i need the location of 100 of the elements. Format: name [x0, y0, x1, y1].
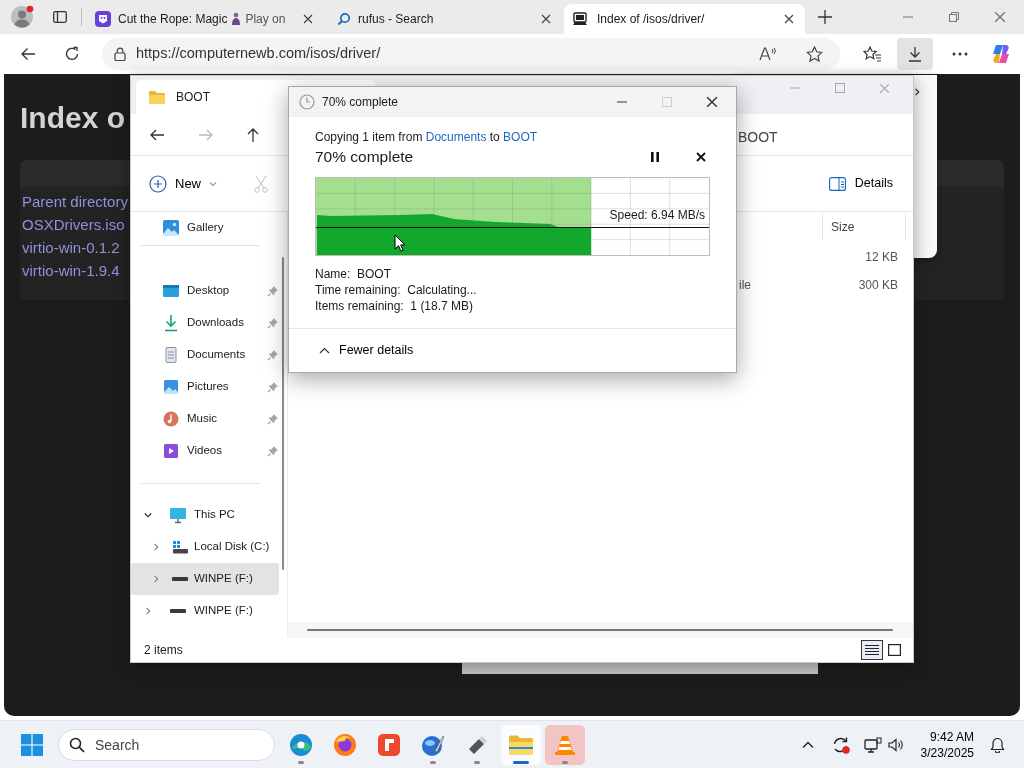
folder-icon — [508, 733, 534, 756]
caret-icon — [209, 180, 217, 187]
browser-tab[interactable]: Index of /isos/driver/ — [564, 4, 805, 34]
add-icon — [149, 174, 167, 193]
picture-icon — [162, 378, 180, 396]
sidebar-item[interactable]: Documents — [131, 339, 279, 371]
file-link[interactable]: virtio-win-1.9.4 — [22, 259, 120, 282]
source-link[interactable]: Documents — [425, 130, 487, 144]
file-link[interactable]: Parent directory — [22, 190, 128, 213]
sidebar-item[interactable]: Downloads — [131, 307, 279, 339]
search-icon — [69, 736, 85, 753]
desktop-icon — [162, 282, 180, 300]
tab-title: Index of /isos/driver/ — [597, 11, 705, 28]
document-icon — [162, 346, 180, 364]
sidebar-item[interactable]: Pictures — [131, 371, 279, 403]
video-icon — [162, 442, 180, 460]
read-aloud-icon — [759, 47, 777, 61]
app-icon — [377, 732, 401, 757]
sidebar-item[interactable]: Music — [131, 403, 279, 435]
table-cell: 300 KB — [858, 278, 898, 292]
status-text: 2 items — [144, 642, 183, 659]
tree-item[interactable]: WINPE (F:) — [131, 563, 279, 595]
view-button[interactable] — [861, 640, 883, 660]
page-heading: Index o — [20, 100, 125, 136]
progress-heading: 70% complete — [315, 147, 414, 168]
url-text: https://computernewb.com/isos/driver/ — [136, 44, 381, 64]
breadcrumb[interactable]: BOOT — [738, 127, 778, 148]
details-pane-icon — [828, 176, 846, 191]
maximize-icon — [661, 97, 672, 107]
speed-label: Speed: 6.94 MB/s — [609, 208, 705, 222]
search-icon — [337, 12, 351, 26]
tree-item[interactable]: This PC — [131, 499, 279, 531]
browser-tab[interactable]: rufus - Search — [329, 4, 562, 34]
close-icon — [784, 14, 794, 24]
maximize-icon — [834, 83, 845, 93]
figure-icon — [231, 12, 242, 26]
game-logo-icon — [95, 11, 111, 27]
chevron-right-icon — [913, 88, 921, 96]
details-view-icon — [865, 644, 879, 656]
time-text: 9:42 AM — [929, 728, 974, 745]
new-button[interactable]: New — [149, 167, 217, 200]
copilot-icon — [990, 43, 1012, 65]
fewer-details-button[interactable]: Fewer details — [319, 337, 414, 364]
computer-icon — [572, 10, 590, 28]
sidebar-item[interactable]: Gallery — [131, 212, 279, 244]
sidebar-item[interactable]: Desktop — [131, 275, 279, 307]
pause-icon — [651, 152, 659, 162]
lock-icon — [114, 47, 126, 61]
notification-bell-icon — [989, 736, 1005, 753]
refresh-icon — [64, 46, 80, 62]
file-link[interactable]: OSXDrivers.iso — [22, 213, 125, 236]
tree-item[interactable]: WINPE (F:) — [131, 595, 279, 627]
scrollbar-thumb[interactable] — [307, 629, 893, 631]
close-icon — [879, 82, 890, 94]
detail-line: Time remaining: Calculating... — [315, 282, 477, 298]
scrollbar-thumb[interactable] — [282, 257, 284, 570]
gallery-icon — [162, 219, 180, 237]
clock-icon — [299, 94, 315, 110]
computer-icon — [169, 506, 187, 524]
date-text: 3/23/2025 — [920, 744, 974, 761]
drive-icon — [172, 577, 188, 581]
tab-title: Cut the Rope: Magic — [118, 11, 228, 28]
tree-item[interactable]: Local Disk (C:) — [131, 531, 279, 563]
details-pane-button[interactable]: Details — [828, 167, 893, 200]
hard-drive-icon — [171, 538, 189, 556]
close-icon — [303, 14, 313, 24]
download-icon — [908, 46, 922, 62]
close-icon — [705, 96, 718, 108]
table-cell: 12 KB — [865, 250, 898, 264]
tab-title: rufus - Search — [358, 11, 434, 28]
back-icon — [20, 47, 36, 61]
cut-icon — [253, 174, 269, 193]
cancel-icon — [696, 152, 706, 162]
search-field[interactable]: Search — [58, 728, 275, 761]
downloads-button[interactable] — [897, 38, 933, 70]
plus-icon — [818, 10, 832, 24]
detail-line: Name: BOOT — [315, 266, 391, 282]
tab-title: Play on — [245, 11, 286, 28]
music-icon — [162, 410, 180, 428]
browser-tab[interactable]: Cut the Rope: Magic Play on — [87, 4, 324, 34]
taskbar-app-button[interactable] — [501, 724, 541, 765]
tiles-view-icon — [887, 644, 901, 656]
copy-description: Copying 1 item from Documents to BOOT — [315, 129, 539, 145]
volume-icon — [887, 737, 904, 752]
file-link[interactable]: virtio-win-0.1.2 — [22, 236, 120, 259]
table-cell: ile — [739, 278, 751, 292]
browser-icon — [289, 732, 313, 757]
detail-line: Items remaining: 1 (18.7 MB) — [315, 298, 474, 314]
close-icon — [541, 14, 551, 24]
clock-button[interactable]: 9:42 AM 3/23/2025 — [920, 724, 974, 765]
avatar-icon — [10, 5, 34, 29]
chevron-up-icon — [801, 741, 814, 748]
drive-icon — [170, 609, 186, 613]
close-icon — [994, 11, 1006, 23]
sidebar-item[interactable]: Videos — [131, 435, 279, 467]
address-bar[interactable]: https://computernewb.com/isos/driver/ — [102, 38, 840, 70]
column-header[interactable]: Size — [822, 213, 906, 239]
chevron-right-icon — [144, 607, 152, 615]
destination-link[interactable]: BOOT — [503, 130, 538, 144]
start-icon — [21, 733, 43, 756]
